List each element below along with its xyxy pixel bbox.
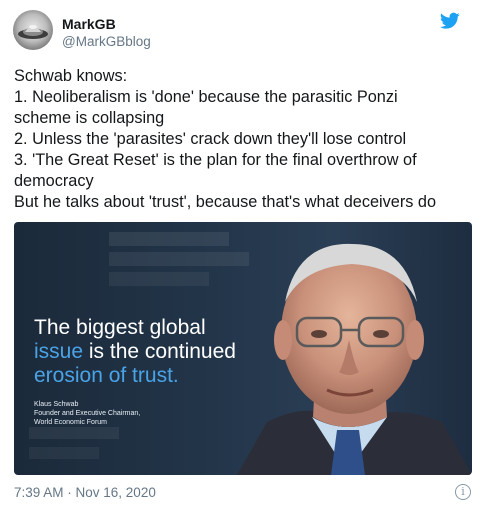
tweet-line: Schwab knows: bbox=[14, 67, 128, 85]
quote-line-highlight: erosion of trust. bbox=[34, 364, 179, 387]
media-quote: The biggest global issue is the continue… bbox=[34, 316, 236, 388]
background-watermark bbox=[29, 447, 99, 459]
tweet-line: scheme is collapsing bbox=[14, 109, 165, 127]
author-name[interactable]: MarkGB bbox=[62, 16, 116, 32]
tweet-line: 3. 'The Great Reset' is the plan for the… bbox=[14, 151, 417, 169]
quote-line-rest: is the continued bbox=[83, 340, 236, 363]
tweet-card: MarkGB @MarkGBblog Schwab knows: 1. Neol… bbox=[0, 0, 485, 511]
tweet-text: Schwab knows: 1. Neoliberalism is 'done'… bbox=[14, 66, 474, 213]
portrait-photo bbox=[237, 243, 472, 475]
credit-org: World Economic Forum bbox=[34, 419, 108, 426]
info-icon[interactable]: i bbox=[455, 484, 471, 500]
background-watermark bbox=[29, 427, 119, 439]
media-credit: Klaus Schwab Founder and Executive Chair… bbox=[34, 400, 140, 427]
tweet-timestamp[interactable]: 7:39 AM · Nov 16, 2020 bbox=[14, 485, 156, 500]
author-handle[interactable]: @MarkGBblog bbox=[62, 34, 151, 49]
tweet-line: 1. Neoliberalism is 'done' because the p… bbox=[14, 88, 398, 106]
tweet-media-image[interactable]: The biggest global issue is the continue… bbox=[14, 222, 472, 475]
quote-line: issue is the continued bbox=[34, 340, 236, 364]
tweet-line: But he talks about 'trust', because that… bbox=[14, 193, 437, 211]
quote-highlight: issue bbox=[34, 340, 84, 363]
profile-avatar-icon[interactable] bbox=[13, 10, 53, 50]
credit-title: Founder and Executive Chairman, bbox=[34, 410, 141, 417]
tweet-line: 2. Unless the 'parasites' crack down the… bbox=[14, 130, 407, 148]
twitter-bird-icon[interactable] bbox=[440, 12, 460, 30]
quote-line: The biggest global bbox=[34, 316, 206, 339]
tweet-line: democracy bbox=[14, 172, 94, 190]
credit-name: Klaus Schwab bbox=[34, 401, 79, 408]
